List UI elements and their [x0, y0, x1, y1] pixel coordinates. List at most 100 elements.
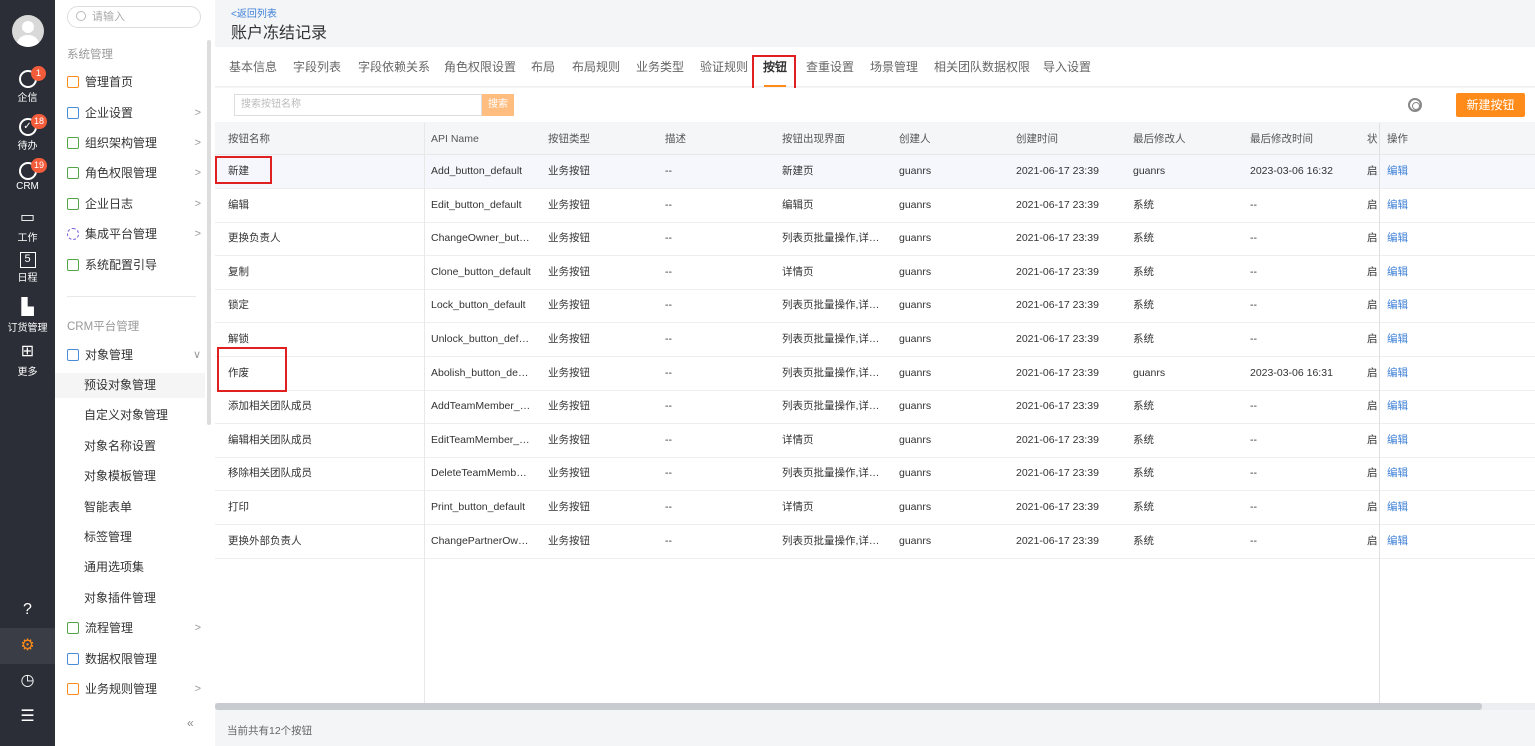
- table-row[interactable]: 编辑相关团队成员 EditTeamMember_button_default 业务按…: [215, 424, 1535, 458]
- table-cell: 业务按钮: [548, 299, 590, 312]
- table-cell: 2021-06-17 23:39: [1016, 333, 1099, 345]
- sidebar-item-data-permission[interactable]: 数据权限管理: [67, 647, 201, 671]
- sidebar-item-custom-objects[interactable]: 自定义对象管理: [55, 403, 205, 427]
- table-cell: 编辑相关团队成员: [228, 433, 312, 446]
- sidebar-item-roles[interactable]: 角色权限管理 >: [67, 161, 201, 185]
- collapse-sidebar-button[interactable]: «: [187, 716, 194, 730]
- tab-import-settings[interactable]: 导入设置: [1043, 47, 1091, 87]
- sidebar-item-preset-objects[interactable]: 预设对象管理: [55, 373, 205, 398]
- tab-role-permissions[interactable]: 角色权限设置: [444, 47, 516, 87]
- chevron-right-icon: >: [194, 107, 201, 119]
- tab-highlight-box: [752, 55, 796, 90]
- tab-duplicate-check[interactable]: 查重设置: [806, 47, 854, 87]
- sidebar-item-object-mgmt[interactable]: 对象管理 ∨: [67, 343, 201, 367]
- sidebar-scrollbar[interactable]: [207, 40, 211, 425]
- sidebar-item-tags[interactable]: 标签管理: [55, 525, 205, 549]
- table-row[interactable]: 复制 Clone_button_default 业务按钮 -- 详情页 guanrs 202…: [215, 256, 1535, 290]
- scrollbar-thumb[interactable]: [215, 703, 1482, 710]
- table-row[interactable]: 编辑 Edit_button_default 业务按钮 -- 编辑页 guanrs 2021…: [215, 189, 1535, 223]
- rail-item-messages[interactable]: 企信 1: [0, 66, 55, 108]
- tab-fields[interactable]: 字段列表: [293, 47, 341, 87]
- history-button[interactable]: ◷: [0, 663, 55, 699]
- table-row[interactable]: 新建 Add_button_default 业务按钮 -- 新建页 guanrs 2021-…: [215, 155, 1535, 189]
- sidebar-item-org[interactable]: 组织架构管理 >: [67, 131, 201, 155]
- table-horizontal-scrollbar[interactable]: [215, 703, 1535, 710]
- user-settings-button[interactable]: ☰: [0, 699, 55, 735]
- rail-item-work[interactable]: ▭ 工作: [0, 206, 55, 246]
- search-button[interactable]: 搜索: [482, 94, 514, 116]
- column-header: 创建时间: [1016, 133, 1058, 145]
- todo-badge: 18: [31, 114, 48, 129]
- table-cell: 业务按钮: [548, 265, 590, 278]
- sidebar-item-option-sets[interactable]: 通用选项集: [55, 555, 205, 579]
- sidebar-item-config-guide[interactable]: 系统配置引导: [67, 253, 201, 277]
- gear-icon[interactable]: [1408, 98, 1422, 112]
- table-cell: 启用: [1367, 299, 1378, 312]
- tab-validation-rules[interactable]: 验证规则: [700, 47, 748, 87]
- rail-item-todo[interactable]: ✓ 待办 18: [0, 114, 55, 156]
- sidebar-item-object-names[interactable]: 对象名称设置: [55, 434, 205, 458]
- sidebar-divider: [67, 296, 196, 297]
- flow-icon: [67, 622, 79, 634]
- table-row[interactable]: 解锁 Unlock_button_default 业务按钮 -- 列表页批量操作,详情页…: [215, 323, 1535, 357]
- help-button[interactable]: ?: [0, 592, 55, 628]
- tab-record-types[interactable]: 业务类型: [636, 47, 684, 87]
- table-row[interactable]: 更换负责人 ChangeOwner_button_default 业务按钮 -- 列表页…: [215, 222, 1535, 257]
- table-cell: 2023-03-06 16:31: [1250, 366, 1333, 379]
- tab-layout-rules[interactable]: 布局规则: [572, 47, 620, 87]
- home-icon: [67, 76, 79, 88]
- rail-item-orders[interactable]: ▙ 订货管理: [0, 296, 55, 336]
- table-cell: 系统: [1133, 400, 1154, 413]
- sidebar-item-workflow[interactable]: 流程管理 >: [67, 616, 201, 640]
- table-cell: 启用: [1367, 433, 1378, 446]
- table-cell: 系统: [1133, 198, 1154, 211]
- table-cell: guanrs: [899, 433, 932, 446]
- table-cell: 列表页批量操作,详情页: [782, 232, 882, 245]
- settings-button[interactable]: ⚙: [0, 628, 55, 664]
- rail-item-more[interactable]: ⊞ 更多: [0, 340, 55, 380]
- table-cell: --: [1250, 400, 1257, 413]
- table-cell: guanrs: [899, 333, 932, 345]
- table-cell: Add_button_default: [431, 165, 523, 177]
- sidebar-item-business-rules[interactable]: 业务规则管理 >: [67, 677, 201, 701]
- table-cell: 2021-06-17 23:39: [1016, 198, 1099, 211]
- sidebar-item-object-templates[interactable]: 对象模板管理: [55, 464, 205, 488]
- sidebar-item-smart-forms[interactable]: 智能表单: [55, 495, 205, 519]
- tab-scenes[interactable]: 场景管理: [870, 47, 918, 87]
- table-row[interactable]: 作废 Abolish_button_default 业务按钮 -- 列表页批量操作,详情…: [215, 357, 1535, 391]
- tab-team-data-permissions[interactable]: 相关团队数据权限: [934, 47, 1030, 87]
- new-button-button[interactable]: 新建按钮: [1456, 93, 1525, 117]
- table-row[interactable]: 添加相关团队成员 AddTeamMember_button_default 业务按钮…: [215, 390, 1535, 425]
- table-cell: --: [665, 366, 672, 379]
- table-cell: 系统: [1133, 534, 1154, 547]
- table-cell: --: [665, 467, 672, 480]
- sidebar-item-home[interactable]: 管理首页: [67, 70, 201, 94]
- sidebar-item-plugins[interactable]: 对象插件管理: [55, 586, 205, 610]
- rail-item-crm[interactable]: CRM 19: [0, 158, 55, 200]
- table-cell: 启用: [1367, 467, 1378, 480]
- table-cell: 系统: [1133, 232, 1154, 245]
- user-avatar[interactable]: [12, 15, 44, 47]
- table-row[interactable]: 锁定 Lock_button_default 业务按钮 -- 列表页批量操作,详情页 gu…: [215, 289, 1535, 324]
- table-row[interactable]: 打印 Print_button_default 业务按钮 -- 详情页 guanrs 202…: [215, 491, 1535, 525]
- sidebar-item-enterprise[interactable]: 企业设置 >: [67, 101, 201, 125]
- table-cell: 2021-06-17 23:39: [1016, 467, 1099, 480]
- page-title: 账户冻结记录: [231, 25, 328, 42]
- table-row[interactable]: 更换外部负责人 ChangePartnerOwner_button_default…: [215, 525, 1535, 559]
- table-cell: AddTeamMember_button_default: [431, 400, 531, 413]
- table-cell: 启用: [1367, 333, 1378, 345]
- tab-field-dependencies[interactable]: 字段依赖关系: [358, 47, 430, 87]
- chevron-right-icon: >: [194, 622, 201, 634]
- table-cell: 系统: [1133, 299, 1154, 312]
- sidebar-search-input[interactable]: 请输入: [67, 6, 201, 28]
- table-row[interactable]: 移除相关团队成员 DeleteTeamMember_button_default 业…: [215, 457, 1535, 492]
- tab-layout[interactable]: 布局: [531, 47, 555, 87]
- sidebar-item-integration[interactable]: 集成平台管理 >: [67, 222, 201, 246]
- sidebar-item-logs[interactable]: 企业日志 >: [67, 192, 201, 216]
- tab-basic-info[interactable]: 基本信息: [229, 47, 277, 87]
- back-to-list-link[interactable]: <返回列表: [231, 5, 277, 20]
- table-cell: 启用: [1367, 198, 1378, 211]
- rail-item-schedule[interactable]: 5 日程: [0, 250, 55, 290]
- button-search-input[interactable]: 搜索按钮名称: [234, 94, 482, 116]
- table-cell: 系统: [1133, 501, 1154, 513]
